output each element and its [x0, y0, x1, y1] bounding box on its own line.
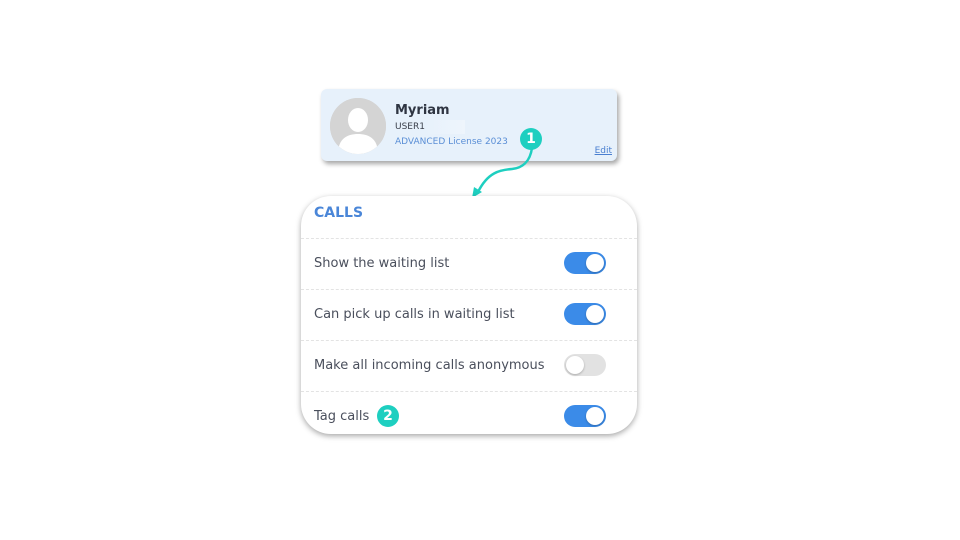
calls-section-title: CALLS	[314, 205, 364, 221]
setting-row-show-waiting-list: Show the waiting list	[301, 238, 637, 290]
toggle-pick-up-calls[interactable]	[564, 303, 606, 325]
setting-label: Show the waiting list	[314, 256, 450, 271]
setting-row-tag-calls: Tag calls	[301, 391, 637, 434]
setting-label: Tag calls	[314, 409, 370, 424]
toggle-show-waiting-list[interactable]	[564, 252, 606, 274]
user-name: Myriam	[395, 103, 450, 118]
setting-row-anonymous-calls: Make all incoming calls anonymous	[301, 340, 637, 392]
calls-settings-panel: CALLS Show the waiting list Can pick up …	[301, 196, 637, 434]
setting-label: Can pick up calls in waiting list	[314, 307, 515, 322]
edit-link[interactable]: Edit	[595, 146, 612, 156]
setting-row-pick-up-calls: Can pick up calls in waiting list	[301, 289, 637, 341]
setting-label: Make all incoming calls anonymous	[314, 358, 545, 373]
toggle-knob	[586, 254, 604, 272]
step-badge-2: 2	[377, 405, 399, 427]
toggle-knob	[566, 356, 584, 374]
toggle-tag-calls[interactable]	[564, 405, 606, 427]
step-badge-1: 1	[520, 128, 542, 150]
avatar	[330, 98, 386, 154]
stage: Myriam USER18 ADVANCED License 2023 Edit…	[0, 0, 960, 540]
toggle-knob	[586, 305, 604, 323]
toggle-knob	[586, 407, 604, 425]
toggle-anonymous-calls[interactable]	[564, 354, 606, 376]
user-silhouette-icon	[330, 98, 386, 154]
user-id-mask	[425, 120, 465, 134]
